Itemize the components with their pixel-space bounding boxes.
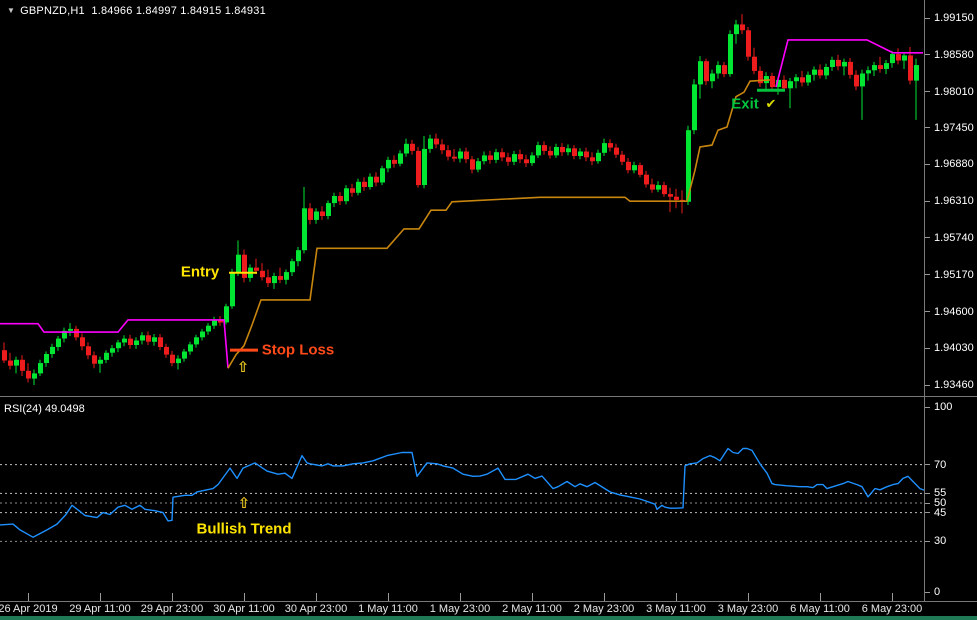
time-tick — [532, 593, 533, 601]
chevron-down-icon: ▼ — [7, 6, 15, 15]
price-tick — [925, 385, 930, 386]
time-axis-label: 26 Apr 2019 — [0, 603, 58, 615]
uptrend-line[interactable] — [228, 80, 770, 368]
rsi-axis-label: 70 — [934, 459, 946, 471]
time-axis-label: 29 Apr 11:00 — [69, 603, 131, 615]
time-tick — [244, 593, 245, 601]
high-value: 1.84997 — [136, 5, 177, 17]
price-axis-label: 1.98010 — [934, 86, 974, 98]
time-axis-label: 1 May 23:00 — [430, 603, 491, 615]
open-value: 1.84966 — [91, 5, 132, 17]
price-tick — [925, 274, 930, 275]
panel-splitter[interactable] — [0, 396, 977, 397]
time-axis-label: 6 May 11:00 — [790, 603, 850, 615]
time-axis-label: 2 May 23:00 — [574, 603, 635, 615]
price-chart-panel[interactable]: ▼ GBPNZD,H1 1.84966 1.84997 1.84915 1.849… — [0, 0, 925, 397]
candlestick-chart[interactable] — [0, 0, 925, 397]
price-axis-label: 1.95170 — [934, 269, 974, 281]
time-tick — [820, 593, 821, 601]
time-tick — [460, 593, 461, 601]
rsi-axis-label: 100 — [934, 401, 952, 413]
time-tick — [172, 593, 173, 601]
time-tick — [28, 593, 29, 601]
mt4-chart-window: ▼ GBPNZD,H1 1.84966 1.84997 1.84915 1.849… — [0, 0, 977, 620]
time-tick — [748, 593, 749, 601]
downtrend-line-0[interactable] — [0, 320, 228, 368]
time-axis[interactable]: 26 Apr 2019 29 Apr 11:00 29 Apr 23:00 30 Ap… — [0, 601, 977, 616]
price-axis-label: 1.95740 — [934, 232, 974, 244]
rsi-line[interactable] — [0, 449, 925, 538]
time-axis-label: 6 May 23:00 — [862, 603, 923, 615]
time-tick — [388, 593, 389, 601]
time-tick — [676, 593, 677, 601]
rsi-axis-label: 30 — [934, 535, 946, 547]
price-tick — [925, 237, 930, 238]
symbol-info-bar: ▼ GBPNZD,H1 1.84966 1.84997 1.84915 1.849… — [7, 5, 266, 17]
price-axis[interactable]: 1.99150 1.98580 1.98010 1.97450 1.96880 1.963… — [925, 0, 977, 396]
rsi-panel[interactable] — [0, 398, 925, 601]
time-axis-label: 30 Apr 23:00 — [285, 603, 347, 615]
rsi-tick — [925, 592, 930, 593]
time-axis-label: 3 May 23:00 — [718, 603, 779, 615]
rsi-value: 49.0498 — [45, 403, 85, 415]
price-axis-label: 1.99150 — [934, 12, 974, 24]
close-value: 1.84931 — [225, 5, 266, 17]
price-axis-label: 1.97450 — [934, 122, 974, 134]
price-axis-label: 1.96880 — [934, 158, 974, 170]
rsi-name: RSI(24) — [4, 403, 42, 415]
time-axis-label: 30 Apr 11:00 — [213, 603, 275, 615]
time-tick — [316, 593, 317, 601]
price-tick — [925, 348, 930, 349]
price-axis-label: 1.98580 — [934, 49, 974, 61]
price-axis-label: 1.94600 — [934, 306, 974, 318]
rsi-axis-label: 45 — [934, 507, 946, 519]
time-axis-label: 3 May 11:00 — [646, 603, 706, 615]
price-axis-label: 1.94030 — [934, 342, 974, 354]
rsi-tick — [925, 512, 930, 513]
low-value: 1.84915 — [180, 5, 221, 17]
price-axis-label: 1.93460 — [934, 379, 974, 391]
price-tick — [925, 201, 930, 202]
rsi-tick — [925, 503, 930, 504]
rsi-tick — [925, 493, 930, 494]
window-bottom-strip — [0, 616, 977, 620]
rsi-indicator-label: RSI(24) 49.0498 — [4, 403, 85, 415]
rsi-chart[interactable] — [0, 398, 925, 601]
price-tick — [925, 127, 930, 128]
time-axis-label: 2 May 11:00 — [502, 603, 562, 615]
price-tick — [925, 54, 930, 55]
symbol-label: GBPNZD,H1 — [20, 5, 85, 17]
rsi-tick — [925, 464, 930, 465]
time-tick — [100, 593, 101, 601]
time-tick — [892, 593, 893, 601]
candles-series[interactable] — [2, 14, 919, 385]
time-axis-label: 29 Apr 23:00 — [141, 603, 203, 615]
price-tick — [925, 164, 930, 165]
time-tick — [604, 593, 605, 601]
price-tick — [925, 311, 930, 312]
price-tick — [925, 18, 930, 19]
price-axis-label: 1.96310 — [934, 195, 974, 207]
rsi-axis-label: 0 — [934, 586, 940, 598]
rsi-tick — [925, 407, 930, 408]
price-tick — [925, 91, 930, 92]
rsi-axis[interactable]: 10070555045300 — [925, 398, 977, 601]
rsi-tick — [925, 541, 930, 542]
time-axis-label: 1 May 11:00 — [358, 603, 418, 615]
